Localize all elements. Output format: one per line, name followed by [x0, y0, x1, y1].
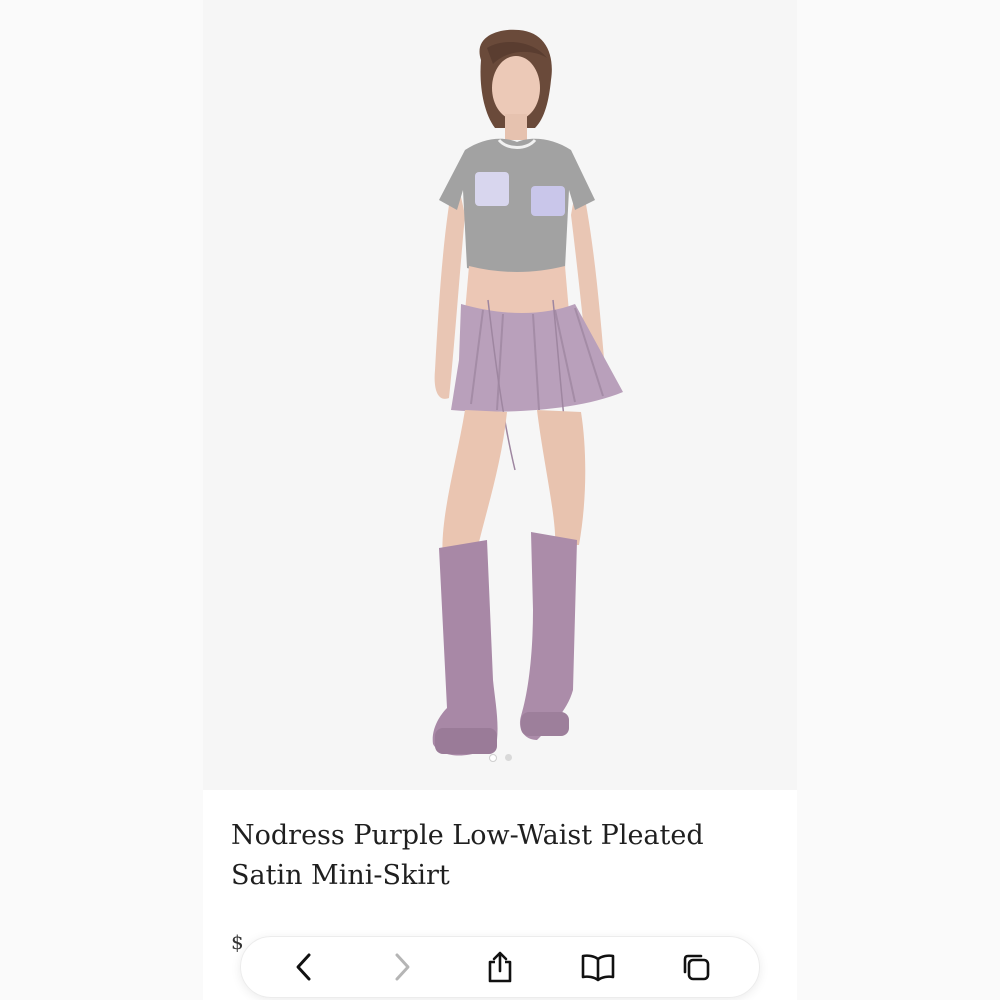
model-photo: [432, 29, 623, 756]
back-button[interactable]: [274, 942, 334, 992]
share-icon: [488, 951, 512, 983]
share-button[interactable]: [470, 942, 530, 992]
left-margin: [0, 0, 203, 1000]
bookmarks-icon: [581, 954, 615, 982]
chevron-right-icon: [395, 953, 410, 981]
forward-button[interactable]: [372, 942, 432, 992]
tabs-icon: [683, 954, 710, 981]
product-image[interactable]: [203, 0, 797, 790]
phone-screen: Nodress Purple Low-Waist Pleated Satin M…: [203, 0, 797, 1000]
bookmarks-button[interactable]: [568, 942, 628, 992]
browser-toolbar: [240, 936, 760, 998]
gallery-pagination[interactable]: [203, 754, 797, 762]
product-price: $: [231, 930, 244, 954]
product-title: Nodress Purple Low-Waist Pleated Satin M…: [231, 820, 704, 891]
chevron-left-icon: [296, 953, 311, 981]
page: Nodress Purple Low-Waist Pleated Satin M…: [0, 0, 1000, 1000]
right-margin: [797, 0, 1000, 1000]
tabs-button[interactable]: [666, 942, 726, 992]
gallery-dot-2[interactable]: [504, 754, 512, 761]
gallery-dot-1[interactable]: [488, 754, 497, 762]
